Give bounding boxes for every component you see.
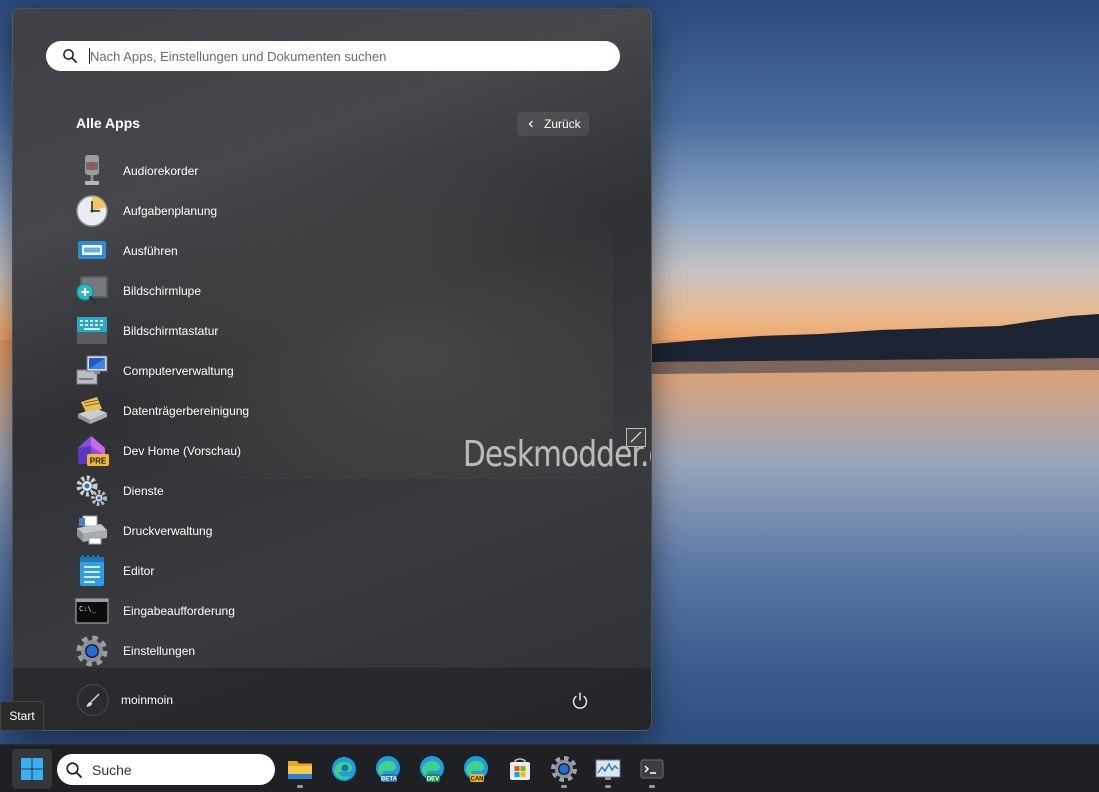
microphone-icon — [85, 155, 99, 185]
brush-icon — [86, 693, 100, 707]
taskbar-resource-monitor[interactable] — [590, 751, 626, 788]
user-account-button[interactable]: moinmoin — [77, 683, 173, 717]
command-prompt-glyph: C:\_ — [79, 605, 97, 613]
app-label: Bildschirmlupe — [123, 284, 202, 298]
edge-icon — [332, 757, 356, 781]
taskbar-settings[interactable] — [546, 751, 582, 788]
app-item-bildschirmlupe[interactable]: Bildschirmlupe — [73, 271, 593, 311]
power-button[interactable] — [569, 690, 591, 712]
start-button[interactable] — [12, 749, 52, 789]
back-button[interactable]: Zurück — [517, 112, 589, 136]
folder-icon — [288, 761, 312, 779]
taskbar-edge[interactable] — [326, 751, 362, 787]
computer-management-icon — [76, 355, 108, 385]
running-indicator — [297, 785, 303, 788]
pre-badge: PRE — [90, 457, 107, 466]
app-item-ausfuehren[interactable]: Ausführen — [73, 231, 593, 271]
app-label: Eingabeaufforderung — [123, 604, 235, 618]
app-item-bildschirmtastatur[interactable]: Bildschirmtastatur — [73, 311, 593, 351]
app-label: Ausführen — [123, 244, 178, 258]
watermark-logo-box — [626, 428, 646, 447]
search-input[interactable] — [90, 41, 610, 71]
edge-dev-icon: DEV — [420, 756, 444, 783]
keyboard-icon — [77, 317, 107, 344]
app-label: Computerverwaltung — [123, 364, 234, 378]
taskbar-terminal[interactable] — [634, 751, 670, 788]
app-item-einstellungen[interactable]: Einstellungen — [73, 631, 593, 671]
app-item-computerverwaltung[interactable]: Computerverwaltung — [73, 351, 593, 391]
magnifier-icon — [76, 276, 108, 305]
app-item-audiorekorder[interactable]: Audiorekorder — [73, 151, 593, 191]
windows-logo-icon — [21, 758, 43, 780]
taskbar-search-label: Suche — [92, 761, 132, 778]
app-item-datentraegerbereinigung[interactable]: Datenträgerbereinigung — [73, 391, 593, 431]
running-indicator — [605, 785, 611, 788]
pen-icon — [630, 431, 642, 443]
disk-cleanup-icon — [78, 397, 107, 424]
taskbar-edge-dev[interactable]: DEV — [414, 751, 450, 787]
beta-badge: BETA — [381, 777, 398, 783]
app-item-eingabeaufforderung[interactable]: C:\_ Eingabeaufforderung — [73, 591, 593, 631]
settings-gear-icon — [551, 756, 577, 782]
start-tooltip: Start — [0, 701, 44, 731]
taskbar: Suche BETA DEV CAN — [0, 744, 1099, 792]
app-item-druckverwaltung[interactable]: Druckverwaltung — [73, 511, 593, 551]
search-icon — [63, 49, 77, 63]
terminal-icon — [640, 759, 664, 779]
settings-gear-icon — [76, 635, 108, 667]
printer-icon — [77, 515, 107, 545]
store-icon — [510, 758, 530, 780]
app-label: Bildschirmtastatur — [123, 324, 219, 338]
start-menu: Alle Apps Zurück Audiorekorder — [12, 8, 652, 731]
watermark-text: Deskmodder.de — [463, 434, 651, 475]
app-label: Dev Home (Vorschau) — [123, 444, 242, 458]
clock-icon — [76, 195, 108, 227]
taskbar-edge-canary[interactable]: CAN — [458, 751, 494, 787]
run-icon — [78, 241, 106, 259]
app-item-dienste[interactable]: Dienste — [73, 471, 593, 511]
running-indicator — [561, 785, 567, 788]
app-label: Datenträgerbereinigung — [123, 404, 250, 418]
edge-canary-icon: CAN — [464, 756, 488, 783]
app-label: Einstellungen — [123, 644, 196, 658]
back-button-label: Zurück — [544, 117, 581, 131]
start-search-box[interactable] — [46, 41, 620, 71]
app-label: Druckverwaltung — [123, 524, 213, 538]
app-label: Dienste — [123, 484, 164, 498]
app-label: Editor — [123, 564, 155, 578]
gears-icon — [76, 475, 107, 506]
taskbar-microsoft-store[interactable] — [502, 751, 538, 787]
dev-badge: DEV — [427, 777, 439, 783]
taskbar-file-explorer[interactable] — [282, 751, 318, 788]
dev-home-icon: PRE — [78, 436, 109, 466]
search-icon — [66, 761, 82, 778]
username-label: moinmoin — [121, 693, 174, 707]
edge-beta-icon: BETA — [376, 756, 400, 783]
canary-badge: CAN — [471, 777, 484, 783]
all-apps-heading: Alle Apps — [76, 115, 141, 131]
taskbar-search-box[interactable]: Suche — [57, 754, 275, 785]
start-menu-footer: moinmoin — [13, 667, 651, 730]
power-icon — [572, 692, 588, 709]
command-prompt-icon: C:\_ — [75, 598, 109, 624]
taskbar-edge-beta[interactable]: BETA — [370, 751, 406, 787]
avatar — [77, 684, 109, 716]
app-label: Audiorekorder — [123, 164, 199, 178]
notepad-icon — [80, 555, 104, 586]
running-indicator — [649, 785, 655, 788]
app-item-aufgabenplanung[interactable]: Aufgabenplanung — [73, 191, 593, 231]
chevron-left-icon — [528, 120, 533, 128]
app-item-editor[interactable]: Editor — [73, 551, 593, 591]
resource-monitor-icon — [595, 759, 621, 780]
app-label: Aufgabenplanung — [123, 204, 218, 218]
